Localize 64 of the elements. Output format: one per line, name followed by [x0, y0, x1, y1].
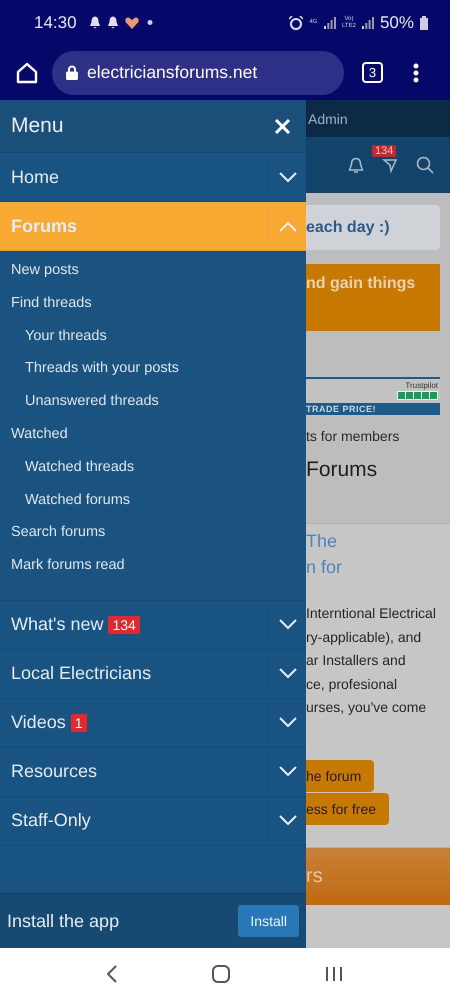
chevron-down-icon — [278, 668, 296, 680]
bell-icon[interactable] — [348, 156, 364, 174]
rating-label: Trustpilot — [405, 381, 438, 390]
signal-icon — [362, 16, 374, 28]
chevron-down-icon — [278, 766, 296, 778]
lock-icon — [66, 65, 78, 80]
menu-item-label: Home — [11, 166, 60, 188]
banner-strip: TRADE PRICE! — [306, 403, 440, 415]
notice-card: each day :) — [306, 205, 440, 250]
home-button-icon[interactable] — [212, 965, 230, 983]
chevron-down-icon — [278, 717, 296, 728]
recents-icon[interactable] — [324, 966, 343, 982]
page-heading: Forums — [306, 458, 378, 482]
submenu-link[interactable]: Find threads — [0, 290, 306, 323]
submenu-link[interactable]: Watched forums — [0, 486, 306, 520]
bell-icon — [88, 16, 101, 29]
bell-icon — [106, 16, 119, 29]
action-button[interactable]: he forum — [306, 760, 374, 792]
menu-item-label: Forums — [11, 216, 78, 236]
address-bar[interactable]: electriciansforums.net — [52, 50, 344, 94]
alarm-icon — [288, 16, 303, 30]
chevron-up-icon — [278, 220, 296, 232]
alert-count-badge: 134 — [372, 145, 396, 157]
chevron-down-icon — [278, 619, 296, 630]
install-button[interactable]: Install — [238, 905, 299, 937]
menu-item-label: Local Electricians — [11, 663, 152, 684]
count-badge: 1 — [70, 714, 87, 732]
close-icon[interactable] — [275, 118, 290, 134]
chevron-down-icon — [278, 815, 296, 826]
menu-item-label: Staff-Only — [11, 810, 91, 832]
dot-icon — [144, 20, 155, 25]
intro-paragraph: Interntional Electrical ry-applicable), and ar Installers and ce, profesional urses, you've come — [306, 604, 437, 717]
footer-banner: rs — [306, 846, 450, 904]
submenu-link[interactable]: New posts — [0, 257, 306, 290]
signal-icon — [324, 16, 336, 28]
back-icon[interactable] — [107, 965, 118, 983]
home-icon[interactable] — [16, 62, 38, 84]
install-text: Install the app — [7, 910, 120, 932]
submenu-link[interactable]: Threads with your posts — [0, 355, 306, 388]
count-badge: 134 — [108, 616, 140, 634]
chevron-down-icon — [278, 172, 296, 182]
intro-title: n for — [306, 556, 344, 579]
search-icon[interactable] — [416, 156, 434, 174]
admin-link[interactable]: Admin — [308, 110, 348, 126]
submenu-link[interactable]: Watched threads — [0, 454, 306, 487]
menu-title: Menu — [11, 114, 64, 138]
menu-item-label: What's new — [11, 614, 104, 636]
battery-icon — [420, 16, 428, 30]
menu-item-label: Resources — [11, 761, 98, 782]
heart-icon — [124, 16, 139, 28]
promo-card: nd gain things — [306, 264, 440, 331]
intro-title: The — [306, 530, 338, 553]
battery-percent: 50% — [380, 12, 414, 32]
submenu-link[interactable]: Watched — [0, 420, 306, 454]
submenu-link[interactable]: Mark forums read — [0, 552, 306, 585]
tab-count-button[interactable]: 3 — [362, 62, 383, 83]
tagline-text: ts for members — [306, 428, 400, 444]
clock-time: 14:30 — [34, 12, 77, 32]
action-button[interactable]: ess for free — [306, 792, 389, 824]
submenu-link[interactable]: Unanswered threads — [0, 388, 306, 421]
submenu-link[interactable]: Search forums — [0, 519, 306, 552]
menu-item-label: Videos — [11, 712, 66, 734]
submenu-link[interactable]: Your threads — [0, 322, 306, 356]
more-icon[interactable] — [413, 62, 419, 82]
